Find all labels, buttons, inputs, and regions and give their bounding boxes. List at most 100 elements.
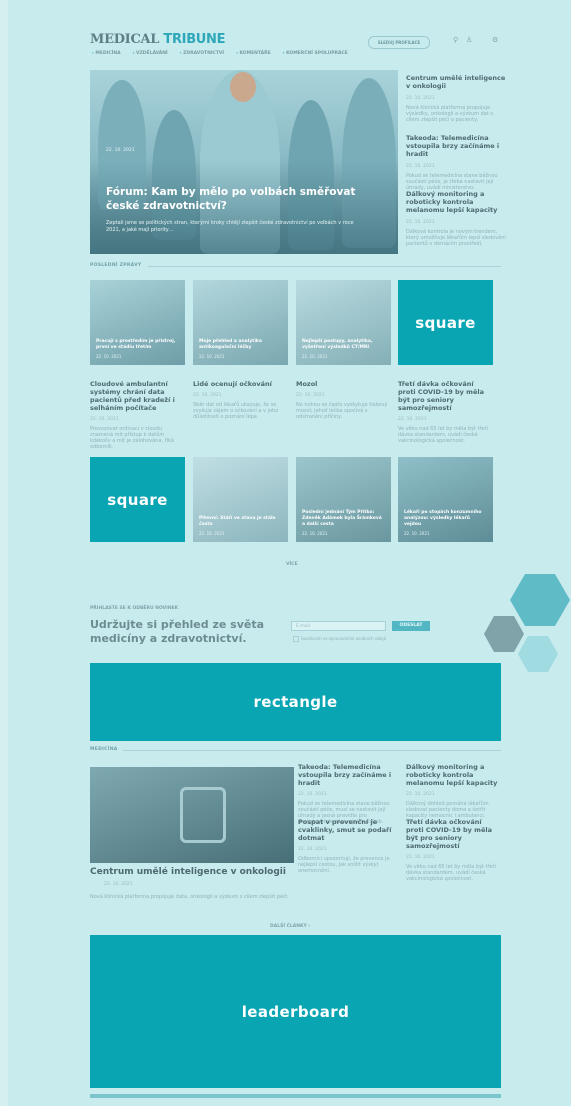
article-card-title[interactable]: Pracují s prostředím je přístroj, první …	[96, 339, 180, 351]
article-card-title[interactable]: Nejlepší postupy, analytika, vyšetření v…	[302, 339, 386, 351]
newsletter-submit-button[interactable]: ODESLAT	[392, 621, 430, 631]
article-card-date: 22. 10. 2021	[302, 354, 328, 359]
sidebar-news-item[interactable]: Dálkový monitoring a roboticky kontrola …	[406, 190, 506, 247]
article-card[interactable]: Lékaři po stopách konzumního analýzou: v…	[398, 457, 493, 542]
news-date: 22. 10. 2021	[193, 393, 222, 398]
sidebar-news-title[interactable]: Takeoda: Telemedicína vstoupila brzy zač…	[406, 134, 506, 158]
subscribe-pill-button[interactable]: SLEDUJ PROFILACE	[368, 36, 430, 49]
medicine-news-item[interactable]: Pospat v prevenční je cvaklinky, smut se…	[298, 818, 393, 874]
medicine-news-date: 22. 10. 2021	[406, 792, 435, 797]
news-title[interactable]: Třetí dávka očkování proti COVID-19 by m…	[398, 380, 493, 412]
sidebar-news-date: 22. 10. 2021	[406, 220, 435, 225]
more-link[interactable]: VÍCE	[286, 562, 298, 567]
hexagon-decoration	[518, 636, 558, 672]
newsletter-consent-checkbox[interactable]	[293, 636, 299, 642]
newsletter-heading: Udržujte si přehled ze světa medicíny a …	[90, 618, 265, 645]
settings-icon[interactable]: ⚙	[492, 36, 498, 44]
medicine-news-title[interactable]: Dálkový monitoring a roboticky kontrola …	[406, 763, 501, 787]
medicine-news-text: Ve věku nad 65 let by měla být třetí dáv…	[406, 864, 496, 882]
logo-text-tribune: TRIBUNE	[163, 32, 226, 47]
newsletter-eyebrow: PŘIHLASTE SE K ODBĚRU NOVINEK	[90, 606, 179, 611]
sidebar-news-date: 22. 10. 2021	[406, 96, 435, 101]
hexagon-decoration	[484, 616, 524, 652]
sidebar-news-item[interactable]: Centrum umělé inteligence v onkologii 22…	[406, 74, 506, 123]
section-label-latest: POSLEDNÍ ZPRÁVY	[90, 263, 142, 268]
news-title[interactable]: Cloudové ambulantní systémy chrání data …	[90, 380, 185, 412]
medicine-news-item[interactable]: Dálkový monitoring a roboticky kontrola …	[406, 763, 501, 819]
article-card-title[interactable]: Moje přehled a analytika antikoagulační …	[199, 339, 283, 351]
news-text: Provozovat ordinaci v cloudu znamená mít…	[90, 426, 174, 450]
sidebar-news-text: Nová klinická platforma propojuje výsled…	[406, 105, 493, 123]
news-date: 22. 10. 2021	[90, 417, 119, 422]
article-card[interactable]: Poslední jednání Tým Přítko: Zdeněk Adám…	[296, 457, 391, 542]
nav-item-komentare[interactable]: KOMENTÁŘE	[236, 51, 271, 56]
article-card-date: 22. 10. 2021	[199, 354, 225, 359]
article-card-title[interactable]: Pitevní: Stáří ve stavu je stále často	[199, 516, 283, 528]
article-card-title[interactable]: Lékaři po stopách konzumního analýzou: v…	[404, 510, 488, 528]
hero-photo-face	[230, 72, 256, 102]
sidebar-news-text: Dálková kontrola je novým trendem, který…	[406, 229, 506, 247]
section-divider	[148, 266, 501, 267]
medicine-news-date: 22. 10. 2021	[298, 792, 327, 797]
sidebar-news-text: Pokud se telemedicína stane běžnou součá…	[406, 173, 498, 191]
nav-item-zdravotnictvi[interactable]: ZDRAVOTNICTVÍ	[180, 51, 224, 56]
news-title[interactable]: Mozol	[296, 380, 391, 388]
hero-article[interactable]: 22. 10. 2021 Fórum: Kam by mělo po volbá…	[90, 70, 398, 254]
article-card[interactable]: Pitevní: Stáří ve stavu je stále často 2…	[193, 457, 288, 542]
feature-image-device	[180, 787, 226, 843]
article-card-date: 22. 10. 2021	[404, 531, 430, 536]
news-text: Ve věku nad 65 let by měla být třetí dáv…	[398, 426, 488, 444]
newsletter-consent-label: Souhlasím se zpracováním osobních údajů	[301, 636, 387, 641]
news-date: 22. 10. 2021	[296, 393, 325, 398]
news-item[interactable]: Mozol 22. 10. 2021 Na nohou se často vys…	[296, 380, 391, 420]
medicine-news-item[interactable]: Takeoda: Telemedicína vstoupila brzy zač…	[298, 763, 393, 825]
footer-bar	[90, 1094, 501, 1098]
nav-item-vzdelavani[interactable]: VZDĚLÁVÁNÍ	[133, 51, 168, 56]
ad-square-1[interactable]: square	[398, 280, 493, 365]
article-card-title[interactable]: Poslední jednání Tým Přítko: Zdeněk Adám…	[302, 510, 386, 528]
hero-title[interactable]: Fórum: Kam by mělo po volbách směřovat č…	[106, 185, 356, 213]
ad-rectangle[interactable]: rectangle	[90, 663, 501, 741]
feature-title[interactable]: Centrum umělé inteligence v onkologii	[90, 866, 294, 878]
nav-item-medicina[interactable]: MEDICÍNA	[92, 51, 120, 56]
medicine-news-title[interactable]: Pospat v prevenční je cvaklinky, smut se…	[298, 818, 393, 842]
hero-date: 22. 10. 2021	[106, 148, 135, 153]
feature-text: Nová klinická platforma propojuje data, …	[90, 894, 289, 900]
medicine-news-item[interactable]: Třetí dávka očkování proti COVID-19 by m…	[406, 818, 501, 882]
sidebar-news-title[interactable]: Dálkový monitoring a roboticky kontrola …	[406, 190, 506, 214]
nav-item-komercni[interactable]: KOMERČNÍ SPOLUPRÁCE	[283, 51, 348, 56]
news-item[interactable]: Lidé ocenují očkování 22. 10. 2021 Sběr …	[193, 380, 288, 420]
site-logo[interactable]: MEDICAL TRIBUNE	[90, 32, 226, 47]
newsletter-email-input[interactable]: E-mail	[291, 621, 386, 631]
news-title[interactable]: Lidé ocenují očkování	[193, 380, 288, 388]
news-item[interactable]: Cloudové ambulantní systémy chrání data …	[90, 380, 185, 450]
medicine-news-text: Odborníci upozorňují, že prevence je nej…	[298, 856, 390, 874]
sidebar-news-title[interactable]: Centrum umělé inteligence v onkologii	[406, 74, 506, 90]
feature-date: 22. 10. 2021	[104, 882, 133, 887]
medicine-news-title[interactable]: Takeoda: Telemedicína vstoupila brzy zač…	[298, 763, 393, 787]
news-text: Sběr dat od lékařů ukazuje, že se zvyšuj…	[193, 402, 279, 420]
search-icon[interactable]: ⚲	[453, 36, 458, 44]
medicine-news-date: 22. 10. 2021	[406, 855, 435, 860]
hero-perex: Zeptali jsme se politických stran, který…	[106, 220, 354, 233]
news-item[interactable]: Třetí dávka očkování proti COVID-19 by m…	[398, 380, 493, 444]
feature-image[interactable]	[90, 767, 294, 863]
main-nav: MEDICÍNA VZDĚLÁVÁNÍ ZDRAVOTNICTVÍ KOMENT…	[92, 51, 348, 56]
article-card[interactable]: Nejlepší postupy, analytika, vyšetření v…	[296, 280, 391, 365]
news-text: Na nohou se často vyskytuje tlakový mozo…	[296, 402, 388, 420]
ad-square-2[interactable]: square	[90, 457, 185, 542]
sidebar-news-date: 22. 10. 2021	[406, 164, 435, 169]
news-date: 22. 10. 2021	[398, 417, 427, 422]
medicine-news-text: Dálkový dohled pomáhá lékařům sledovat p…	[406, 801, 489, 819]
sidebar-news-item[interactable]: Takeoda: Telemedicína vstoupila brzy zač…	[406, 134, 506, 191]
article-card-date: 22. 10. 2021	[302, 531, 328, 536]
article-card[interactable]: Moje přehled a analytika antikoagulační …	[193, 280, 288, 365]
article-card[interactable]: Pracují s prostředím je přístroj, první …	[90, 280, 185, 365]
section-label-medicine: MEDICÍNA	[90, 747, 118, 752]
medicine-news-title[interactable]: Třetí dávka očkování proti COVID-19 by m…	[406, 818, 501, 850]
hexagon-decoration	[510, 574, 570, 626]
more-articles-link[interactable]: DALŠÍ ČLÁNKY ›	[270, 924, 310, 929]
user-icon[interactable]: ♙	[466, 36, 472, 44]
ad-leaderboard[interactable]: leaderboard	[90, 935, 501, 1088]
article-card-date: 22. 10. 2021	[96, 354, 122, 359]
